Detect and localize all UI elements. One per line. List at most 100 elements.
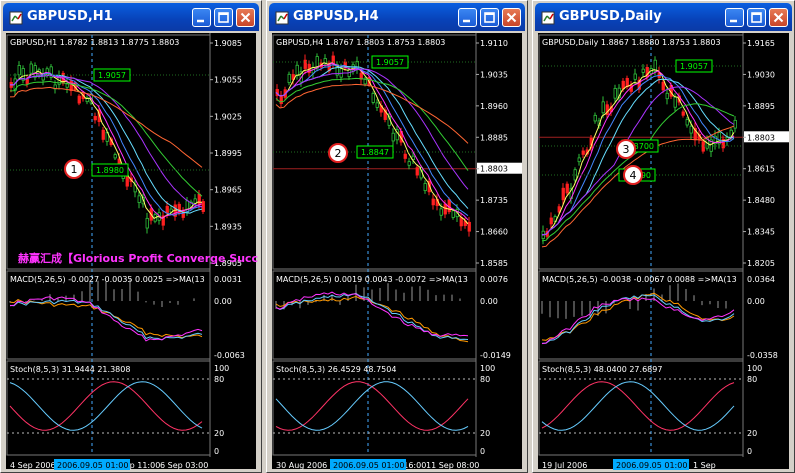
candle-body xyxy=(733,119,737,129)
candle-body xyxy=(685,119,689,126)
macd-header: MACD(5,26,5) -0.0027 -0.0035 0.0025 =>MA… xyxy=(10,275,205,284)
candle-body xyxy=(197,193,201,206)
macd-tick-label: 0.00 xyxy=(480,297,498,306)
pane-frame xyxy=(538,270,744,360)
candle-body xyxy=(423,183,427,192)
candle-body xyxy=(565,183,569,194)
macd-tick-label: -0.0358 xyxy=(747,351,778,360)
stoch-line xyxy=(9,381,203,431)
chart-window-0[interactable]: GBPUSD,H1 1.9085 1.9055 1.9025 1.8995 1.8965 1… xyxy=(0,0,262,473)
maximize-button[interactable] xyxy=(214,8,233,27)
maximize-icon xyxy=(484,12,495,23)
window-titlebar[interactable]: GBPUSD,H1 xyxy=(3,3,259,31)
minimize-button[interactable] xyxy=(725,8,744,27)
candle-body xyxy=(407,161,411,166)
candle-body xyxy=(601,101,605,114)
candle-body xyxy=(201,201,205,212)
time-axis-label: 4 Sep 2006 xyxy=(10,461,56,470)
candle-body xyxy=(137,195,141,203)
candle-body xyxy=(633,73,637,80)
candle-body xyxy=(613,88,617,99)
price-tick-label: 1.8803 xyxy=(480,165,508,174)
price-marker-label: 1.8980 xyxy=(96,166,124,175)
macd-tick-label: -0.0063 xyxy=(214,351,245,360)
chart-area[interactable]: 1.9165 1.9030 1.8895 1.8803 1.8615 1.8480 1.83… xyxy=(538,33,791,471)
candle-body xyxy=(577,157,581,163)
chart-canvas[interactable]: 1.9085 1.9055 1.9025 1.8995 1.8965 1.8935 1.89… xyxy=(6,33,258,471)
window-titlebar[interactable]: GBPUSD,Daily xyxy=(535,3,792,31)
time-axis-label: 19 Jul 2006 xyxy=(542,461,587,470)
stoch-tick-label: 20 xyxy=(747,429,757,438)
macd-tick-label: 0.0364 xyxy=(747,275,775,284)
time-axis-label: 30 Aug 2006 xyxy=(276,461,327,470)
candle-body xyxy=(443,203,447,215)
stoch-header: Stoch(8,5,3) 31.9444 21.3808 xyxy=(10,365,130,374)
maximize-icon xyxy=(751,12,762,23)
moving-average-line xyxy=(9,86,203,168)
chart-area[interactable]: 1.9110 1.9035 1.8960 1.8885 1.8803 1.8735 1.86… xyxy=(272,33,524,471)
macd-line xyxy=(9,299,203,339)
macd-tick-label: 0.0076 xyxy=(480,275,508,284)
price-tick-label: 1.8585 xyxy=(480,259,508,268)
close-button[interactable] xyxy=(769,8,788,27)
price-tick-label: 1.8995 xyxy=(214,149,242,158)
price-tick-label: 1.8345 xyxy=(747,228,775,237)
price-tick-label: 1.8885 xyxy=(480,133,508,142)
stoch-tick-label: 80 xyxy=(747,375,757,384)
chart-window-1[interactable]: GBPUSD,H4 1.9110 1.9035 1.8960 1.8885 1.8803 1… xyxy=(266,0,528,473)
stoch-line xyxy=(275,381,469,431)
candle-body xyxy=(77,95,81,104)
time-cursor-label: 2006.09.05 01:00 xyxy=(333,461,404,470)
time-cursor-label: 2006.09.05 01:00 xyxy=(616,461,687,470)
macd-tick-label: 0.00 xyxy=(214,297,232,306)
macd-tick-label: 0.00 xyxy=(747,297,765,306)
stoch-line xyxy=(275,381,469,431)
minimize-icon xyxy=(463,19,470,23)
candle-body xyxy=(29,63,33,74)
price-tick-label: 1.8895 xyxy=(747,102,775,111)
maximize-button[interactable] xyxy=(747,8,766,27)
macd-tick-label: 0.0031 xyxy=(214,275,242,284)
chart-app-icon xyxy=(9,10,23,25)
close-button[interactable] xyxy=(502,8,521,27)
price-tick-label: 1.8660 xyxy=(480,228,508,237)
price-marker-label: 1.8847 xyxy=(361,148,389,157)
macd-histogram xyxy=(275,283,461,310)
price-tick-label: 1.9165 xyxy=(747,39,775,48)
price-pane-header: GBPUSD,Daily 1.8867 1.8880 1.8753 1.8803 xyxy=(542,38,721,47)
watermark-text: 赫赢汇成【Glorious Profit Converge Success】 xyxy=(18,251,258,265)
price-tick-label: 1.8965 xyxy=(214,186,242,195)
minimize-button[interactable] xyxy=(458,8,477,27)
stoch-tick-label: 100 xyxy=(747,364,762,373)
pane-frame xyxy=(538,360,744,456)
candle-body xyxy=(447,199,451,213)
macd-header: MACD(5,26,5) -0.0038 -0.0067 0.0088 =>MA… xyxy=(542,275,737,284)
minimize-button[interactable] xyxy=(192,8,211,27)
candle-body xyxy=(295,64,299,77)
chart-canvas[interactable]: 1.9110 1.9035 1.8960 1.8885 1.8803 1.8735 1.86… xyxy=(272,33,524,471)
macd-line xyxy=(275,295,469,343)
window-titlebar[interactable]: GBPUSD,H4 xyxy=(269,3,525,31)
price-tick-label: 1.9110 xyxy=(480,39,508,48)
candle-body xyxy=(125,175,129,187)
candle-body xyxy=(665,92,669,100)
close-button[interactable] xyxy=(236,8,255,27)
macd-tick-label: -0.0149 xyxy=(480,351,511,360)
chart-area[interactable]: 1.9085 1.9055 1.9025 1.8995 1.8965 1.8935 1.89… xyxy=(6,33,258,471)
maximize-button[interactable] xyxy=(480,8,499,27)
candle-body xyxy=(69,80,73,91)
callout-number: 3 xyxy=(623,143,630,156)
candle-body xyxy=(25,79,29,85)
price-tick-label: 1.9085 xyxy=(214,39,242,48)
chart-canvas[interactable]: 1.9165 1.9030 1.8895 1.8803 1.8615 1.8480 1.83… xyxy=(538,33,791,471)
candle-body xyxy=(415,167,419,176)
chart-window-2[interactable]: GBPUSD,Daily 1.9165 1.9030 1.8895 1.8803 1.86… xyxy=(532,0,795,473)
candle-body xyxy=(287,73,291,84)
candle-body xyxy=(661,81,665,91)
stoch-tick-label: 100 xyxy=(214,364,229,373)
chart-app-icon xyxy=(275,10,289,25)
price-marker-label: 1.9057 xyxy=(376,58,404,67)
close-icon xyxy=(506,12,517,23)
candle-body xyxy=(371,93,375,103)
stoch-tick-label: 80 xyxy=(214,375,224,384)
